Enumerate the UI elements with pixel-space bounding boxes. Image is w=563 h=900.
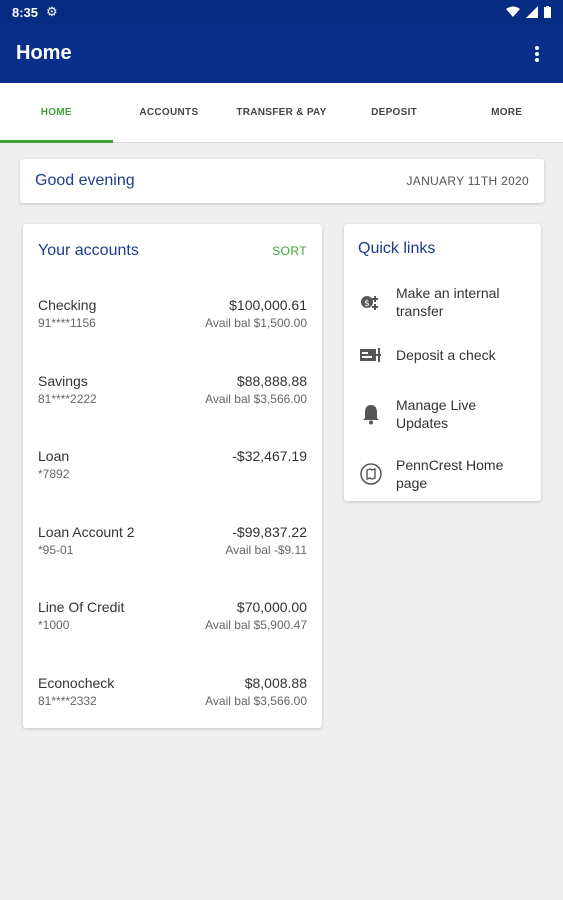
account-balance: $70,000.00 — [236, 599, 307, 615]
account-balance: $100,000.61 — [229, 297, 307, 313]
map-icon — [358, 461, 384, 487]
tab-bar: HOME ACCOUNTS TRANSFER & PAY DEPOSIT MOR… — [0, 83, 563, 143]
account-balance: $8,008.88 — [244, 674, 307, 691]
battery-icon — [544, 6, 551, 18]
quick-link-label: Deposit a check — [396, 347, 496, 363]
account-row-loan-account-2[interactable]: Loan Account 2 *95-01 -$99,837.22 Avail ba… — [38, 523, 307, 599]
account-number: *7892 — [38, 467, 70, 481]
quick-link-penncrest-home[interactable]: PennCrest Home page — [358, 456, 531, 492]
account-row-loan[interactable]: Loan *7892 -$32,467.19 — [38, 447, 307, 523]
quick-link-internal-transfer[interactable]: $ Make an internal transfer — [358, 284, 531, 320]
account-name: Line Of Credit — [38, 599, 125, 615]
account-balance: $88,888.88 — [236, 372, 307, 389]
tab-more[interactable]: MORE — [450, 83, 563, 142]
page-title: Home — [16, 42, 72, 64]
account-row-checking[interactable]: Checking 91****1156 $100,000.61 Avail bal … — [38, 296, 307, 372]
account-number: 91****1156 — [38, 316, 96, 330]
account-available-balance: Avail bal $1,500.00 — [205, 316, 307, 330]
account-number: 81****2222 — [38, 391, 97, 406]
quick-link-live-updates[interactable]: Manage Live Updates — [358, 396, 531, 432]
status-bar: 8:35 ⚙ — [0, 0, 563, 24]
quick-links-title: Quick links — [358, 240, 436, 257]
account-balance: -$32,467.19 — [232, 448, 307, 464]
wifi-icon — [506, 6, 520, 17]
account-available-balance: Avail bal $3,566.00 — [205, 391, 307, 406]
account-name: Savings — [38, 372, 88, 389]
account-available-balance: Avail bal $5,900.47 — [205, 618, 307, 632]
account-row-line-of-credit[interactable]: Line Of Credit *1000 $70,000.00 Avail bal … — [38, 598, 307, 674]
account-row-savings[interactable]: Savings 81****2222 $88,888.88 Avail bal $3… — [38, 372, 307, 448]
account-number: *1000 — [38, 618, 70, 632]
greeting-text: Good evening — [35, 172, 135, 189]
account-number: *95-01 — [38, 542, 74, 557]
account-name: Loan — [38, 448, 70, 464]
bell-icon — [358, 401, 384, 427]
tab-accounts[interactable]: ACCOUNTS — [113, 83, 226, 142]
sort-button[interactable]: SORT — [272, 244, 307, 258]
quick-link-label-line2: page — [396, 475, 428, 491]
tab-home[interactable]: HOME — [0, 83, 113, 143]
quick-link-label: Manage Live — [396, 397, 477, 413]
account-list: Checking 91****1156 $100,000.61 Avail bal … — [38, 296, 307, 749]
account-available-balance: Avail bal $3,566.00 — [205, 693, 307, 708]
quick-links-card: Quick links $ Make an internal transfer D… — [344, 224, 541, 501]
accounts-title: Your accounts — [38, 242, 139, 259]
greeting-date: JANUARY 11TH 2020 — [406, 174, 529, 188]
accounts-header: Your accounts SORT — [38, 240, 307, 262]
account-name: Econocheck — [38, 674, 115, 691]
signal-icon — [526, 6, 538, 18]
settings-gear-icon: ⚙ — [46, 4, 58, 19]
account-name: Checking — [38, 297, 97, 313]
greeting-card: Good evening JANUARY 11TH 2020 — [20, 159, 544, 203]
app-bar: Home — [0, 24, 563, 83]
quick-link-label-line2: transfer — [396, 303, 444, 319]
quick-link-label: Make an internal — [396, 285, 500, 301]
account-number: 81****2332 — [38, 693, 97, 708]
quick-link-label-line2: Updates — [396, 415, 449, 431]
account-row-econocheck[interactable]: Econocheck 81****2332 $8,008.88 Avail bal … — [38, 674, 307, 750]
account-name: Loan Account 2 — [38, 523, 135, 540]
account-available-balance: Avail bal -$9.11 — [225, 542, 307, 557]
tab-transfer-pay[interactable]: TRANSFER & PAY — [225, 83, 338, 142]
status-icons — [506, 6, 551, 18]
accounts-card: Your accounts SORT Checking 91****1156 $1… — [23, 224, 322, 728]
overflow-menu-icon[interactable] — [527, 42, 547, 66]
quick-link-label: PennCrest Home — [396, 457, 504, 473]
transfer-icon: $ — [358, 289, 384, 315]
quick-link-deposit-check[interactable]: Deposit a check — [358, 342, 531, 368]
status-time: 8:35 — [12, 4, 39, 20]
tab-deposit[interactable]: DEPOSIT — [338, 83, 451, 142]
check-icon — [358, 342, 384, 368]
account-balance: -$99,837.22 — [232, 523, 307, 540]
svg-text:$: $ — [364, 299, 370, 309]
